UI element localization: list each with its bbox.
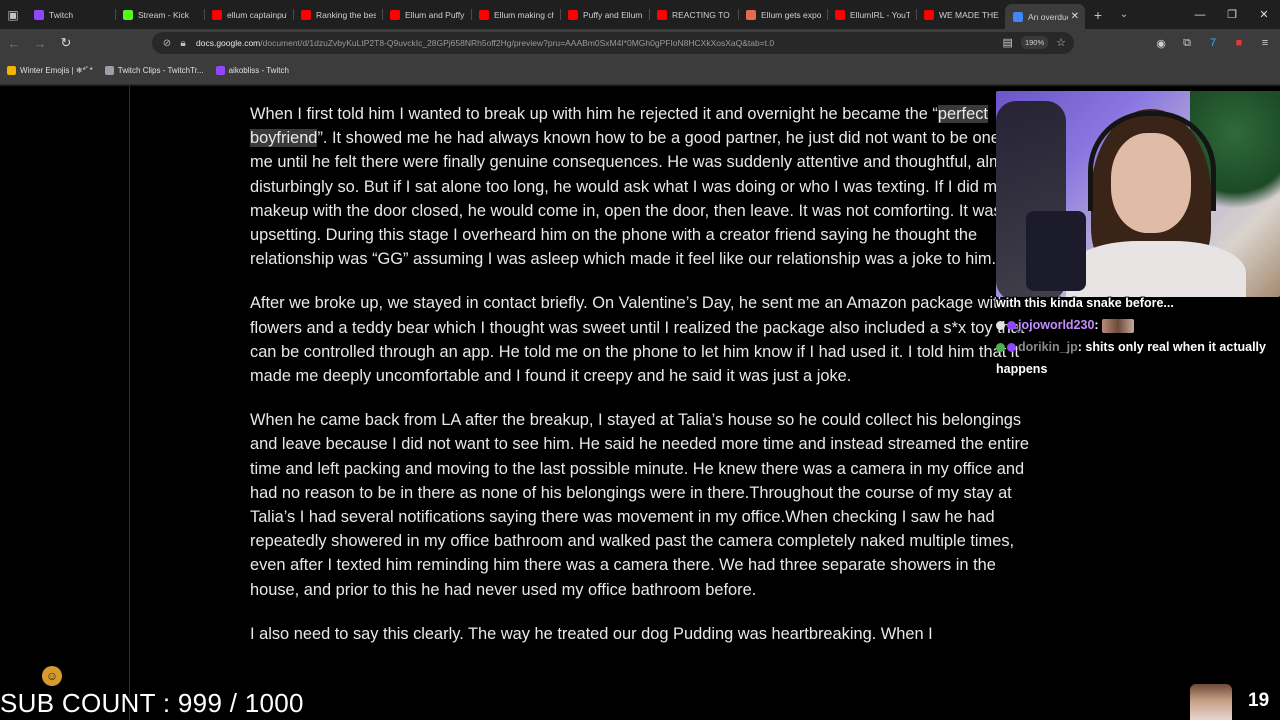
docs-favicon-icon (1013, 11, 1023, 22)
paragraph-3: When he came back from LA after the brea… (250, 411, 1030, 599)
bookmark-label: aikobliss - Twitch (228, 66, 289, 75)
bookmark-label: Twitch Clips - TwitchTr... (117, 66, 204, 75)
site-favicon-icon (568, 9, 578, 20)
tab-list: Twitch Stream - Kick ellum captainpuff Rank… (26, 0, 1005, 29)
site-favicon-icon (34, 9, 44, 20)
tab-title: WE MADE THE W (939, 9, 999, 20)
paragraph-1: When I first told him I wanted to break … (250, 105, 1025, 269)
site-favicon-icon (835, 9, 845, 20)
tab-title: ellum captainpuff (227, 9, 287, 20)
tab[interactable]: Ellum gets expos (738, 0, 827, 29)
tab-title: Ellum and Puffy n (405, 9, 465, 20)
tab[interactable]: Twitch (26, 0, 115, 29)
tab-title: Ellum making che (494, 9, 554, 20)
profile-icon[interactable]: ◉ (1152, 33, 1170, 53)
document-text: When I first told him I wanted to break … (250, 102, 1040, 666)
chat-username: dorikin_jp (1018, 340, 1078, 354)
tab[interactable]: Ellum and Puffy n (382, 0, 471, 29)
bookmark-item[interactable]: Twitch Clips - TwitchTr... (104, 66, 204, 75)
forward-button[interactable]: → (28, 31, 52, 55)
badge-icon (996, 321, 1005, 331)
tab[interactable]: Stream - Kick (115, 0, 204, 29)
reload-button[interactable]: ↻ (54, 31, 78, 55)
close-tab-icon[interactable]: ✕ (1071, 11, 1079, 22)
extensions-icon[interactable]: ⧉ (1178, 33, 1196, 53)
chat-line: with this kinda snake before... (996, 296, 1174, 310)
tab-title: EllumIRL - YouTub (850, 9, 910, 20)
tab-title: Puffy and Ellum a (583, 9, 643, 20)
site-favicon-icon (212, 9, 222, 20)
tab[interactable]: EllumIRL - YouTub (827, 0, 916, 29)
bookmark-item[interactable]: Winter Emojis | ❄*ﾟ* (7, 65, 93, 76)
browser-toolbar: ← → ↻ ⊘ 🔒︎ docs.google.com/document/d/1d… (0, 29, 1280, 57)
tab[interactable]: Puffy and Ellum a (560, 0, 649, 29)
site-favicon-icon (746, 9, 756, 20)
bookmark-star-icon[interactable]: ☆ (1056, 36, 1066, 49)
tab-active[interactable]: An overdue ex ✕ (1005, 4, 1085, 29)
tab-title: Stream - Kick (138, 9, 190, 20)
site-info-icon[interactable]: ⊘ (160, 38, 174, 49)
restore-button[interactable]: ❐ (1216, 0, 1248, 29)
back-button[interactable]: ← (2, 31, 26, 55)
site-favicon-icon (924, 9, 934, 20)
tab[interactable]: Ranking the best (293, 0, 382, 29)
site-favicon-icon (123, 9, 133, 20)
lock-icon: 🔒︎ (180, 37, 186, 49)
chat-emote (1102, 318, 1135, 333)
extension-red-icon[interactable]: ■ (1230, 33, 1248, 53)
webcam-overlay (996, 91, 1280, 297)
site-favicon-icon (301, 9, 311, 20)
address-bar[interactable]: ⊘ 🔒︎ docs.google.com/document/d/1dzuZvby… (152, 32, 1074, 54)
paragraph-2: After we broke up, we stayed in contact … (250, 294, 1025, 386)
tab[interactable]: WE MADE THE W (916, 0, 1005, 29)
window-controls: — ❐ ✕ (1184, 0, 1280, 29)
tab-list-chevron-icon[interactable]: ⌄ (1111, 9, 1137, 20)
site-favicon-icon (479, 9, 489, 20)
tab[interactable]: REACTING TO SIE (649, 0, 738, 29)
tab-search-icon[interactable]: ▣ (0, 0, 26, 29)
reading-mode-icon[interactable]: ▤ (1003, 36, 1013, 49)
tab-title: An overdue ex (1028, 11, 1068, 22)
site-favicon-icon (390, 9, 400, 20)
bookmark-label: Winter Emojis | ❄*ﾟ* (20, 66, 93, 75)
sub-badge-icon (1007, 343, 1016, 353)
streamer-shirt (1066, 241, 1246, 297)
paragraph-4: I also need to say this clearly. The way… (250, 624, 933, 643)
tab-title: REACTING TO SIE (672, 9, 732, 20)
bookmark-item[interactable]: aikobliss - Twitch (215, 66, 289, 75)
chat-message: dorikin_jp: shits only real when it actu… (996, 340, 1266, 376)
url-text[interactable]: docs.google.com/document/d/1dzuZvbyKuLtP… (196, 38, 996, 48)
bookmark-favicon-icon (7, 66, 16, 75)
tab-title: Ranking the best (316, 9, 376, 20)
tab[interactable]: ellum captainpuff (204, 0, 293, 29)
close-window-button[interactable]: ✕ (1248, 0, 1280, 29)
minimize-button[interactable]: — (1184, 0, 1216, 29)
chat-username: jojoworld230 (1018, 318, 1095, 332)
chat-message: jojoworld230: (996, 314, 1280, 336)
tab-title: Ellum gets expos (761, 9, 821, 20)
tab-title: Twitch (49, 9, 74, 20)
microphone (1026, 211, 1086, 291)
zoom-indicator[interactable]: 190% (1020, 36, 1049, 49)
viewer-count: 19 (1248, 690, 1270, 711)
page-edge (129, 86, 130, 720)
toolbar-actions: ◉ ⧉ 7 ■ ≡ (1152, 33, 1274, 53)
new-tab-button[interactable]: + (1085, 7, 1111, 23)
chat-overlay: with this kinda snake before... jojoworl… (996, 292, 1280, 380)
bookmarks-bar: Winter Emojis | ❄*ﾟ* Twitch Clips - Twitc… (0, 57, 1280, 85)
extension-7tv-icon[interactable]: 7 (1204, 33, 1222, 53)
tab[interactable]: Ellum making che (471, 0, 560, 29)
tab-strip: ▣ Twitch Stream - Kick ellum captainpuff Ra… (0, 0, 1280, 29)
sub-badge-icon (1007, 321, 1016, 331)
bookmark-favicon-icon (104, 66, 114, 75)
bookmark-favicon-icon (215, 66, 225, 75)
badge-icon (996, 343, 1005, 353)
viewer-avatar (1190, 684, 1232, 720)
emoji-icon: ☺ (42, 666, 62, 686)
menu-icon[interactable]: ≡ (1256, 33, 1274, 53)
sub-count: SUB COUNT : 999 / 1000 (0, 688, 304, 718)
site-favicon-icon (657, 9, 667, 20)
